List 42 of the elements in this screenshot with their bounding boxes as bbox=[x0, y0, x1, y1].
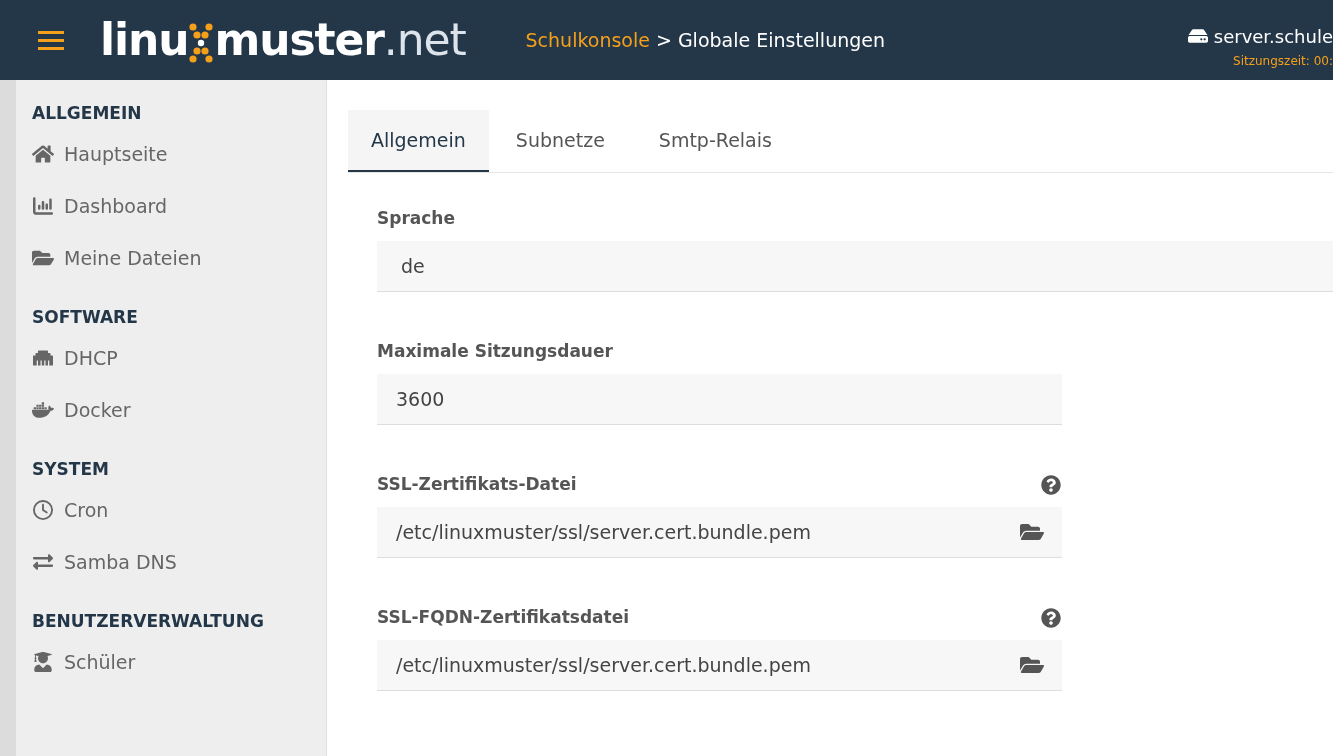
logo-text: muster bbox=[214, 18, 384, 62]
sidebar-item[interactable]: Hauptseite bbox=[32, 128, 326, 180]
sidebar-item[interactable]: Meine Dateien bbox=[32, 232, 326, 284]
tab[interactable]: Subnetze bbox=[488, 110, 632, 172]
help-icon[interactable] bbox=[1041, 475, 1061, 495]
logo-text: linu bbox=[100, 18, 189, 62]
server-name: server.schule bbox=[1213, 24, 1333, 49]
clock-icon bbox=[32, 500, 54, 520]
input-field[interactable]: 3600 bbox=[377, 374, 1062, 425]
field-label: SSL-FQDN-Zertifikatsdatei bbox=[377, 606, 629, 630]
input-field[interactable]: /etc/linuxmuster/ssl/server.cert.bundle.pem bbox=[377, 640, 1062, 691]
page-title: > Globale Einstellungen bbox=[655, 27, 886, 53]
section-heading: ALLGEMEIN bbox=[32, 102, 143, 125]
field-label: Sprache bbox=[377, 207, 455, 231]
breadcrumb-link[interactable]: Schulkonsole bbox=[525, 25, 650, 55]
network-port-icon bbox=[32, 348, 54, 368]
home-icon bbox=[32, 144, 54, 164]
session-time: Sitzungszeit: 00: bbox=[1233, 52, 1333, 70]
sidebar-item[interactable]: Samba DNS bbox=[32, 536, 326, 588]
graduate-icon bbox=[32, 652, 54, 672]
tab[interactable]: Allgemein bbox=[348, 110, 489, 172]
input-field[interactable]: /etc/linuxmuster/ssl/server.cert.bundle.pem bbox=[377, 507, 1062, 558]
server-icon bbox=[1187, 26, 1208, 46]
help-icon[interactable] bbox=[1041, 608, 1061, 628]
logo-icon bbox=[189, 23, 214, 63]
field-label: SSL-Zertifikats-Datei bbox=[377, 473, 577, 497]
field-label: Maximale Sitzungsdauer bbox=[377, 340, 613, 364]
sidebar-item[interactable]: Schüler bbox=[32, 636, 326, 688]
whale-icon bbox=[32, 400, 54, 420]
sidebar-item[interactable]: Docker bbox=[32, 384, 326, 436]
section-heading: SYSTEM bbox=[32, 458, 110, 481]
sidebar-item[interactable]: Cron bbox=[32, 484, 326, 536]
arrows-icon bbox=[32, 552, 54, 572]
menu-button[interactable] bbox=[38, 30, 64, 50]
sidebar-item[interactable]: DHCP bbox=[32, 332, 326, 384]
folder-icon bbox=[32, 248, 54, 268]
sidebar-item[interactable]: Dashboard bbox=[32, 180, 326, 232]
section-heading: SOFTWARE bbox=[32, 306, 139, 329]
bar-chart-icon bbox=[32, 196, 54, 216]
select-field[interactable]: de bbox=[377, 241, 1333, 292]
section-heading: BENUTZERVERWALTUNG bbox=[32, 610, 265, 633]
tab[interactable]: Smtp-Relais bbox=[631, 110, 799, 172]
